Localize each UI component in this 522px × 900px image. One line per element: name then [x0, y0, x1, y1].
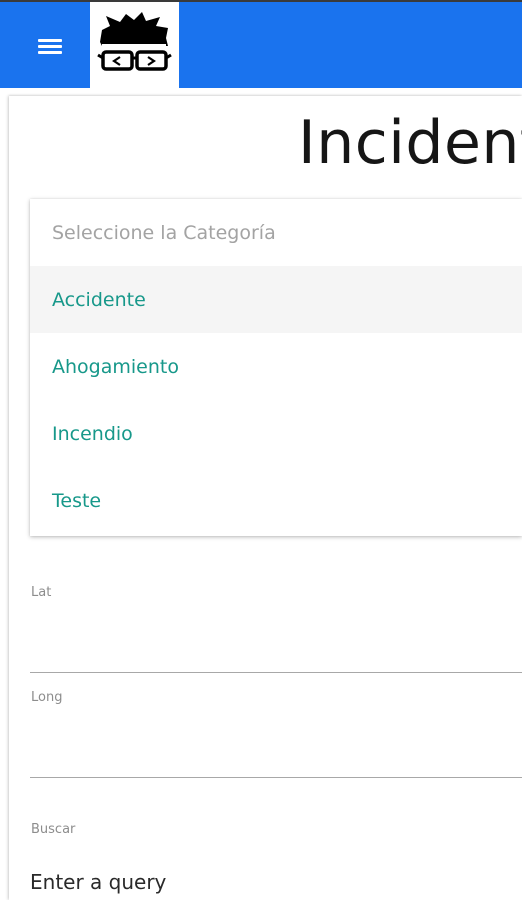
lat-label: Lat: [31, 585, 52, 600]
long-input[interactable]: [30, 730, 522, 778]
geek-glasses-logo-icon: [97, 12, 172, 72]
category-option-accidente[interactable]: Accidente: [30, 266, 522, 333]
page-title: Incident: [298, 108, 522, 178]
search-label: Buscar: [31, 822, 76, 837]
category-option-ahogamiento[interactable]: Ahogamiento: [30, 333, 522, 400]
category-dropdown[interactable]: Seleccione la Categoría Accidente Ahogam…: [30, 199, 522, 536]
menu-button[interactable]: [26, 30, 74, 64]
lat-input[interactable]: [30, 625, 522, 673]
category-option-incendio[interactable]: Incendio: [30, 400, 522, 467]
search-input[interactable]: [30, 866, 522, 898]
category-option-teste[interactable]: Teste: [30, 467, 522, 534]
hamburger-menu-icon: [38, 39, 62, 55]
page: Incident Seleccione la Categoría Acciden…: [0, 0, 522, 900]
top-app-bar: [0, 0, 522, 88]
long-label: Long: [31, 690, 63, 705]
category-placeholder: Seleccione la Categoría: [52, 221, 276, 244]
app-logo[interactable]: [90, 2, 179, 88]
